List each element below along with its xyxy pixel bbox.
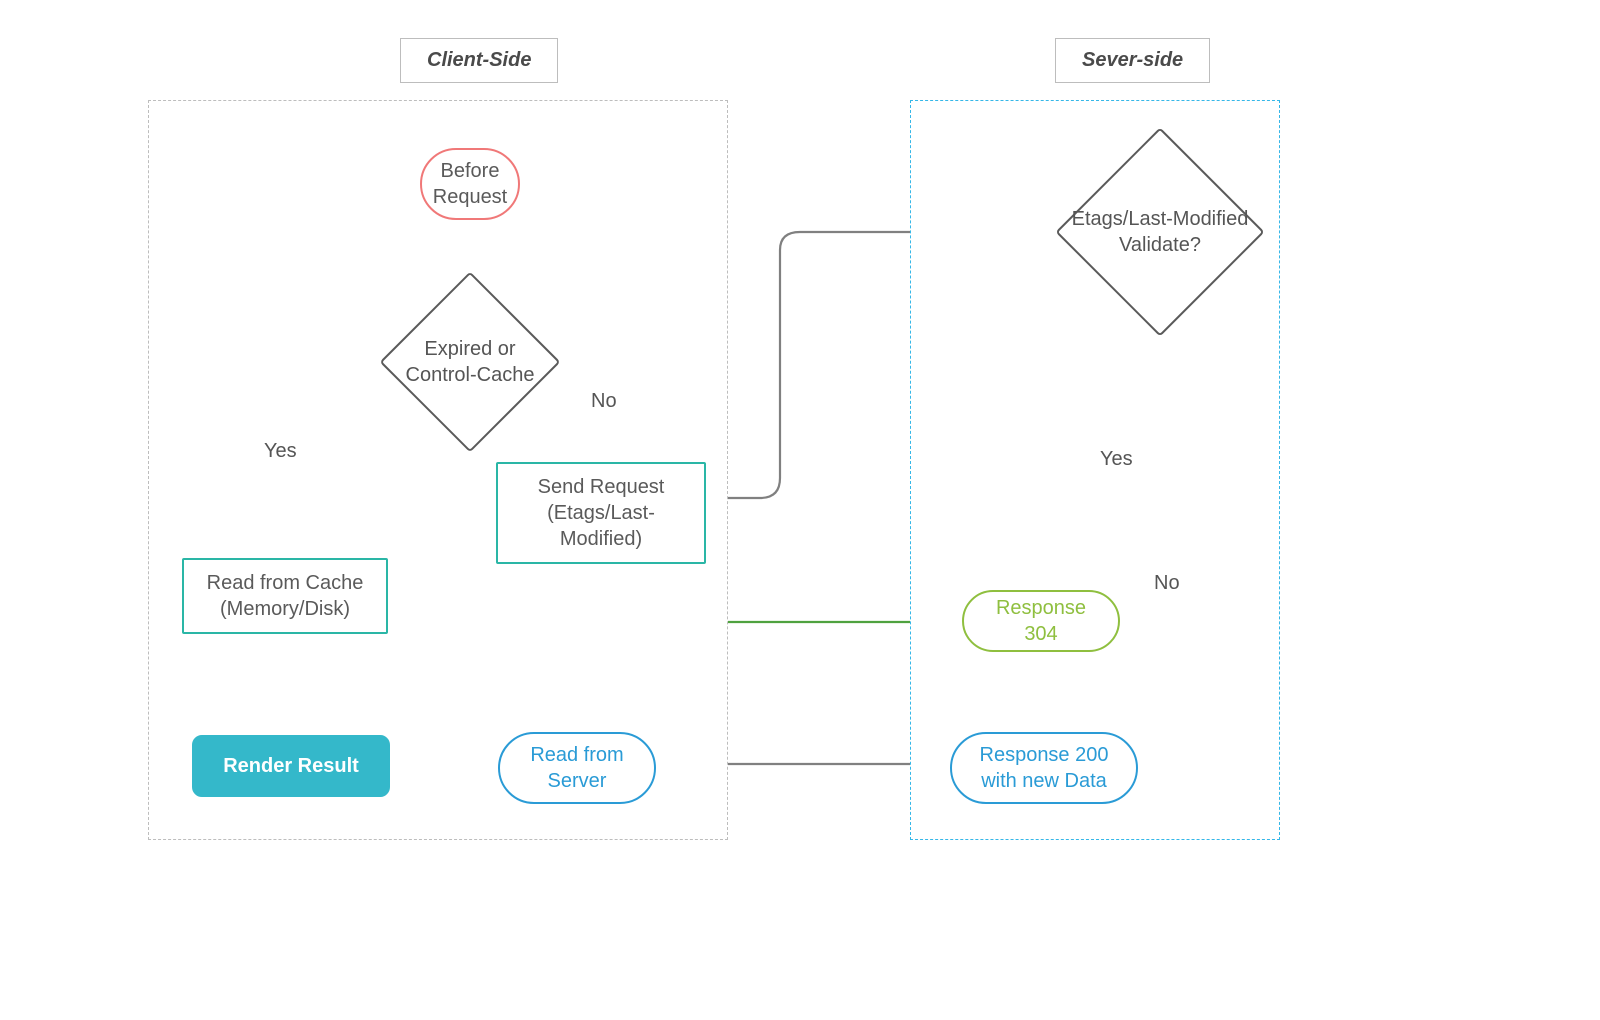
read-cache-line1: Read from Cache [207, 570, 364, 596]
diagram-canvas: Client-Side Sever-side Before Request Ex… [100, 0, 1500, 920]
server-panel-title: Sever-side [1055, 38, 1210, 83]
response-200-line1: Response 200 [980, 742, 1109, 768]
read-server-line1: Read from [530, 742, 623, 768]
read-server-node: Read from Server [498, 732, 656, 804]
expired-line1: Expired or [424, 338, 515, 360]
before-request-line2: Request [433, 184, 508, 210]
send-request-line2: (Etags/Last-Modified) [516, 500, 686, 552]
edge-yes1: Yes [260, 440, 301, 463]
read-server-line2: Server [548, 768, 607, 794]
expired-decision: Expired or Control-Cache [406, 298, 534, 426]
client-panel-title: Client-Side [400, 38, 558, 83]
validate-line2: Validate? [1119, 234, 1201, 256]
send-request-line1: Send Request [538, 474, 665, 500]
render-result-node: Render Result [192, 735, 390, 797]
send-request-node: Send Request (Etags/Last-Modified) [496, 462, 706, 564]
edge-no1: No [587, 390, 621, 413]
validate-line1: Etags/Last-Modified [1072, 208, 1249, 230]
response-304-line1: Response 304 [986, 595, 1096, 647]
validate-decision: Etags/Last-Modified Validate? [1086, 158, 1234, 306]
client-panel-title-text: Client-Side [427, 49, 531, 71]
before-request-line1: Before [441, 158, 500, 184]
server-panel-title-text: Sever-side [1082, 49, 1183, 71]
read-cache-node: Read from Cache (Memory/Disk) [182, 558, 388, 634]
expired-line2: Control-Cache [406, 364, 535, 386]
before-request-node: Before Request [420, 148, 520, 220]
read-cache-line2: (Memory/Disk) [220, 596, 350, 622]
render-result-line1: Render Result [223, 753, 359, 779]
response-304-node: Response 304 [962, 590, 1120, 652]
edge-yes2: Yes [1096, 448, 1137, 471]
response-200-line2: with new Data [981, 768, 1107, 794]
edge-no2: No [1150, 572, 1184, 595]
response-200-node: Response 200 with new Data [950, 732, 1138, 804]
